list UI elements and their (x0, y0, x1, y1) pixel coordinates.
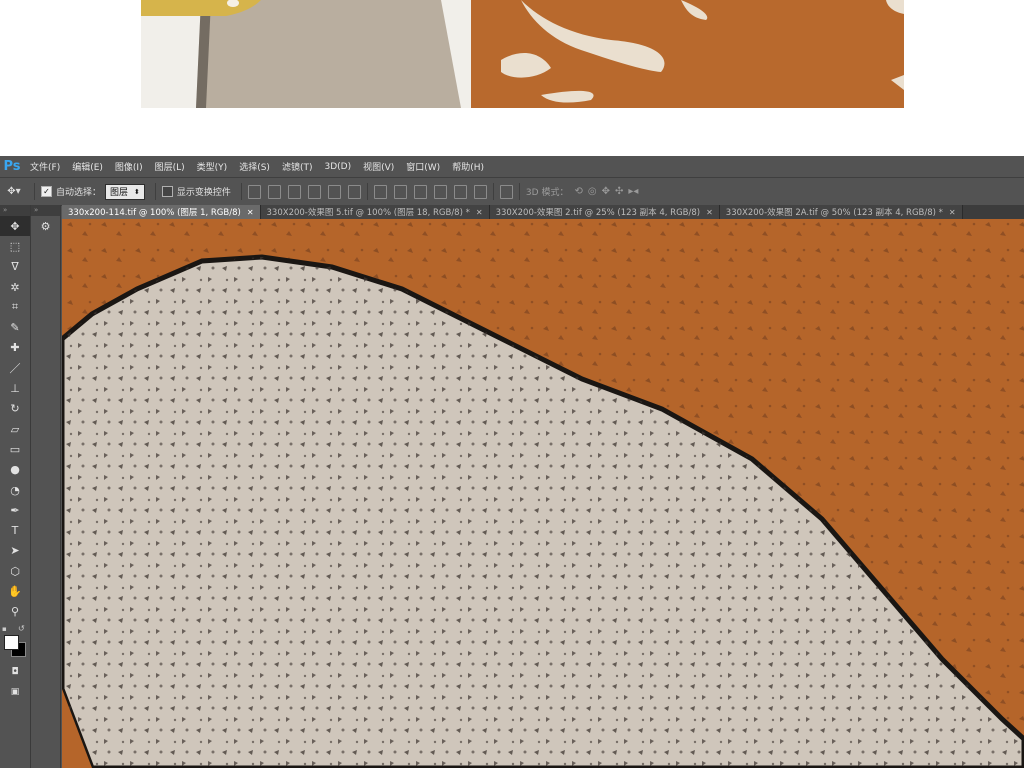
default-colors-icon[interactable]: ▪ (2, 625, 7, 633)
menu-view[interactable]: 视图(V) (357, 156, 400, 177)
menu-type[interactable]: 类型(Y) (191, 156, 234, 177)
tab-label: 330x200-114.tif @ 100% (图层 1, RGB/8) (68, 208, 241, 218)
photoshop-logo: Ps (3, 159, 21, 174)
tab-document-3[interactable]: 330X200-效果图 2.tif @ 25% (123 副本 4, RGB/8… (489, 205, 720, 219)
auto-select-label: 自动选择： (56, 188, 102, 198)
align-vertical-centers-icon[interactable] (267, 184, 281, 199)
distribute-top-icon[interactable] (373, 184, 387, 199)
show-transform-checkbox[interactable] (161, 186, 173, 197)
quick-mask-icon[interactable]: ◘ (0, 662, 30, 682)
color-swatches: ▪ ↺ (0, 622, 30, 662)
align-buttons (247, 184, 361, 199)
show-transform-label: 显示变换控件 (176, 188, 231, 198)
properties-icon[interactable]: ⚙ (31, 216, 60, 236)
divider (240, 183, 242, 200)
distribute-buttons (373, 184, 487, 199)
menu-select[interactable]: 选择(S) (233, 156, 276, 177)
healing-brush-tool-icon[interactable]: ✚ (0, 338, 30, 358)
dropdown-arrow-icon: ⬍ (134, 187, 140, 196)
canvas-artwork (62, 219, 1024, 768)
history-brush-tool-icon[interactable]: ↻ (0, 399, 30, 419)
brush-tool-icon[interactable]: ／ (0, 358, 30, 378)
menu-layer[interactable]: 图层(L) (149, 156, 191, 177)
tab-label: 330X200-效果图 5.tif @ 100% (图层 18, RGB/8) … (266, 208, 470, 218)
gradient-tool-icon[interactable]: ▭ (0, 439, 30, 459)
move-tool-icon[interactable]: ✥ (0, 216, 30, 237)
divider (34, 183, 35, 200)
tools-panel: » ✥ ⬚ ᐁ ✲ ⌗ ✎ ✚ ／ ⊥ ↻ ▱ ▭ ● ◔ ✒ T ➤ ⬡ ✋ ⚲ ▪ ↺ ◘ ▣ (0, 205, 31, 768)
3d-pan-icon[interactable]: ✥ (602, 183, 610, 201)
crop-tool-icon[interactable]: ⌗ (0, 297, 30, 317)
3d-slide-icon[interactable]: ✣ (615, 183, 623, 201)
dodge-tool-icon[interactable]: ◔ (0, 480, 30, 500)
options-bar: ✥▾ ✓ 自动选择： 图层 ⬍ 显示变换控件 3D 模式： ⟲ ◎ ✥ ✣ ▸◂ (0, 177, 1024, 206)
blur-tool-icon[interactable]: ● (0, 460, 30, 480)
auto-select-checkbox[interactable]: ✓ (41, 186, 52, 197)
tab-document-1[interactable]: 330x200-114.tif @ 100% (图层 1, RGB/8) ✕ (62, 205, 261, 219)
distribute-bottom-icon[interactable] (413, 184, 427, 199)
preview-artwork-image (141, 0, 904, 108)
menu-bar: Ps 文件(F) 编辑(E) 图像(I) 图层(L) 类型(Y) 选择(S) 滤… (0, 156, 1024, 177)
close-icon[interactable]: ✕ (949, 208, 956, 217)
auto-select-dropdown[interactable]: 图层 ⬍ (105, 183, 145, 200)
divider (492, 183, 494, 200)
photoshop-window: Ps 文件(F) 编辑(E) 图像(I) 图层(L) 类型(Y) 选择(S) 滤… (0, 156, 1024, 768)
screen-mode-icon[interactable]: ▣ (0, 682, 30, 702)
divider (366, 183, 368, 200)
menu-filter[interactable]: 滤镜(T) (276, 156, 319, 177)
3d-roll-icon[interactable]: ◎ (588, 183, 597, 201)
3d-rotate-icon[interactable]: ⟲ (574, 183, 582, 201)
document-canvas[interactable] (62, 219, 1024, 768)
divider (154, 183, 156, 200)
panel-expand-icon[interactable]: » (31, 205, 60, 216)
move-tool-preset-icon[interactable]: ✥▾ (0, 183, 28, 201)
menu-help[interactable]: 帮助(H) (446, 156, 490, 177)
menu-3d[interactable]: 3D(D) (318, 156, 357, 177)
close-icon[interactable]: ✕ (247, 208, 254, 217)
eyedropper-tool-icon[interactable]: ✎ (0, 317, 30, 337)
close-icon[interactable]: ✕ (706, 208, 713, 217)
marquee-tool-icon[interactable]: ⬚ (0, 236, 30, 256)
distribute-hcenter-icon[interactable] (453, 184, 467, 199)
document-tab-bar: 330x200-114.tif @ 100% (图层 1, RGB/8) ✕ 3… (62, 205, 1024, 219)
collapsed-panel: » ⚙ (31, 205, 61, 768)
align-bottom-edges-icon[interactable] (287, 184, 301, 199)
panel-collapse-icon[interactable]: » (0, 205, 30, 216)
tab-label: 330X200-效果图 2A.tif @ 50% (123 副本 4, RGB/… (725, 208, 943, 218)
align-left-edges-icon[interactable] (307, 184, 321, 199)
tab-label: 330X200-效果图 2.tif @ 25% (123 副本 4, RGB/8… (495, 208, 701, 218)
distribute-vcenter-icon[interactable] (393, 184, 407, 199)
type-tool-icon[interactable]: T (0, 520, 30, 540)
foreground-color-swatch[interactable] (4, 634, 19, 650)
hand-tool-icon[interactable]: ✋ (0, 581, 30, 601)
align-top-edges-icon[interactable] (247, 184, 261, 199)
3d-mode-label: 3D 模式： (525, 188, 569, 198)
auto-select-value: 图层 (110, 188, 129, 198)
swap-colors-icon[interactable]: ↺ (18, 624, 25, 633)
align-horizontal-centers-icon[interactable] (327, 184, 341, 199)
eraser-tool-icon[interactable]: ▱ (0, 419, 30, 439)
lasso-tool-icon[interactable]: ᐁ (0, 257, 30, 277)
menu-image[interactable]: 图像(I) (109, 156, 149, 177)
menu-file[interactable]: 文件(F) (24, 156, 66, 177)
3d-scale-icon[interactable]: ▸◂ (628, 183, 638, 201)
shape-tool-icon[interactable]: ⬡ (0, 561, 30, 581)
menu-window[interactable]: 窗口(W) (400, 156, 446, 177)
pen-tool-icon[interactable]: ✒ (0, 500, 30, 520)
preview-artwork (141, 0, 904, 108)
path-selection-tool-icon[interactable]: ➤ (0, 541, 30, 561)
tool-list: ✥ ⬚ ᐁ ✲ ⌗ ✎ ✚ ／ ⊥ ↻ ▱ ▭ ● ◔ ✒ T ➤ ⬡ ✋ ⚲ (0, 216, 30, 622)
tab-document-4[interactable]: 330X200-效果图 2A.tif @ 50% (123 副本 4, RGB/… (719, 205, 963, 219)
magic-wand-tool-icon[interactable]: ✲ (0, 277, 30, 297)
zoom-tool-icon[interactable]: ⚲ (0, 602, 30, 622)
distribute-right-icon[interactable] (473, 184, 487, 199)
menu-edit[interactable]: 编辑(E) (66, 156, 109, 177)
clone-stamp-tool-icon[interactable]: ⊥ (0, 378, 30, 398)
divider (518, 183, 520, 200)
close-icon[interactable]: ✕ (476, 208, 483, 217)
tab-document-2[interactable]: 330X200-效果图 5.tif @ 100% (图层 18, RGB/8) … (260, 205, 490, 219)
distribute-left-icon[interactable] (433, 184, 447, 199)
auto-align-layers-icon[interactable] (499, 184, 513, 199)
align-right-edges-icon[interactable] (347, 184, 361, 199)
